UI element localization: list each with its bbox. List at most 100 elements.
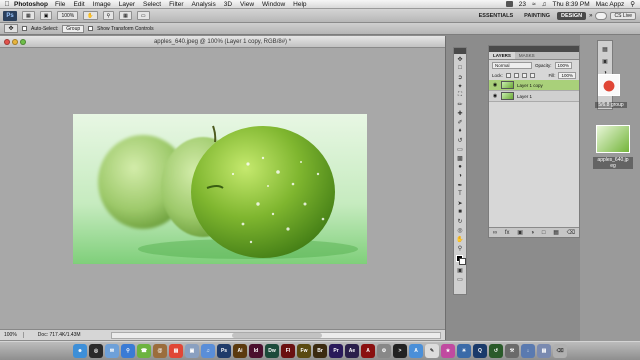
horizontal-scrollbar[interactable] (111, 331, 441, 339)
dashboard-dock-icon[interactable]: ◎ (89, 344, 103, 358)
mail-dock-icon[interactable]: ✉ (105, 344, 119, 358)
link-layers-icon[interactable]: ∞ (493, 230, 497, 236)
status-icon[interactable] (505, 1, 513, 7)
menu-filter[interactable]: Filter (169, 1, 183, 8)
zoom-tool-icon[interactable]: ⚲ (454, 244, 466, 252)
menu-file[interactable]: File (55, 1, 65, 8)
menu-select[interactable]: Select (143, 1, 161, 8)
visibility-eye-icon[interactable]: ◉ (492, 93, 498, 99)
move-tool-icon[interactable]: ✥ (454, 55, 466, 63)
layer-style-icon[interactable]: fx (505, 230, 510, 236)
desktop-file-thumbnail-top[interactable] (598, 74, 620, 96)
menu-image[interactable]: Image (93, 1, 111, 8)
safari-dock-icon[interactable]: ⚲ (121, 344, 135, 358)
photos-dock-icon[interactable]: ☀ (457, 344, 471, 358)
blur-tool-icon[interactable]: ● (454, 163, 466, 171)
auto-select-dropdown[interactable]: Group (62, 24, 85, 33)
finder-dock-icon[interactable]: ☻ (73, 344, 87, 358)
system-preferences-dock-icon[interactable]: ⚙ (377, 344, 391, 358)
time-machine-dock-icon[interactable]: ↺ (489, 344, 503, 358)
mini-bridge-button[interactable]: ▣ (39, 11, 53, 20)
dodge-tool-icon[interactable]: ◑ (454, 172, 466, 180)
background-color-swatch[interactable] (459, 258, 466, 265)
menu-view[interactable]: View (240, 1, 254, 8)
move-tool-icon[interactable]: ✥ (4, 24, 18, 33)
workspace-more-icon[interactable]: » (589, 13, 592, 19)
fireworks-dock-icon[interactable]: Fw (297, 344, 311, 358)
dreamweaver-dock-icon[interactable]: Dw (265, 344, 279, 358)
search-field[interactable] (595, 11, 608, 20)
lock-transparent-icon[interactable] (505, 72, 511, 78)
menu-3d[interactable]: 3D (224, 1, 232, 8)
blend-mode-dropdown[interactable]: Normal (492, 61, 532, 69)
ical-dock-icon[interactable]: ▤ (169, 344, 183, 358)
app-store-dock-icon[interactable]: A (409, 344, 423, 358)
color-panel-icon[interactable]: ▦ (600, 45, 610, 53)
desktop-file-label-top[interactable]: 5/6.8 group (595, 102, 627, 108)
photoshop-dock-icon[interactable]: Ps (217, 344, 231, 358)
indesign-dock-icon[interactable]: Id (249, 344, 263, 358)
swatches-panel-icon[interactable]: ▣ (600, 57, 610, 65)
addressbook-dock-icon[interactable]: @ (153, 344, 167, 358)
status-doc-size[interactable]: Doc: 717.4K/1.43M (38, 332, 81, 338)
itunes-dock-icon[interactable]: ♫ (201, 344, 215, 358)
eyedropper-tool-icon[interactable]: ✏ (454, 100, 466, 108)
screen-mode-button[interactable]: ▭ (136, 11, 150, 20)
hand-tool-icon[interactable]: ✋ (83, 11, 98, 20)
path-selection-tool-icon[interactable]: ➤ (454, 199, 466, 207)
quicktime-dock-icon[interactable]: Q (473, 344, 487, 358)
menu-analysis[interactable]: Analysis (192, 1, 216, 8)
zoom-dropdown[interactable]: 100% (57, 11, 79, 20)
clock[interactable]: Thu 8:39 PM (552, 1, 589, 8)
trash-dock-icon[interactable]: ⌫ (553, 344, 567, 358)
illustrator-dock-icon[interactable]: Ai (233, 344, 247, 358)
opacity-field[interactable]: 100% (554, 61, 573, 69)
desktop-file-label[interactable]: apples_640.jp eg (593, 157, 633, 169)
preview-dock-icon[interactable]: ▣ (185, 344, 199, 358)
pen-tool-icon[interactable]: ✒ (454, 181, 466, 189)
show-transform-checkbox[interactable] (88, 26, 94, 31)
menu-help[interactable]: Help (293, 1, 306, 8)
acrobat-dock-icon[interactable]: A (361, 344, 375, 358)
wifi-icon[interactable]: ≈ (532, 1, 536, 8)
layer-row-layer-1[interactable]: ◉ Layer 1 (489, 91, 579, 102)
lock-position-icon[interactable] (521, 72, 527, 78)
canvas-area[interactable] (0, 48, 445, 329)
hand-tool-icon[interactable]: ✋ (454, 235, 466, 243)
spotlight-icon[interactable]: ⚲ (630, 0, 635, 8)
layer-row-layer-1-copy[interactable]: ◉ Layer 1 copy (489, 80, 579, 91)
image-canvas[interactable] (73, 114, 367, 264)
user-name[interactable]: Mac Appz (596, 1, 625, 8)
lock-pixels-icon[interactable] (513, 72, 519, 78)
downloads-dock-icon[interactable]: ↓ (521, 344, 535, 358)
clone-stamp-tool-icon[interactable]: ♦ (454, 127, 466, 135)
history-brush-tool-icon[interactable]: ↺ (454, 136, 466, 144)
marquee-tool-icon[interactable]: □ (454, 64, 466, 72)
utility-dock-icon[interactable]: ⚒ (505, 344, 519, 358)
terminal-dock-icon[interactable]: > (393, 344, 407, 358)
menu-layer[interactable]: Layer (119, 1, 135, 8)
new-group-icon[interactable]: □ (542, 230, 546, 236)
apple-icon[interactable]:  (0, 1, 14, 8)
flash-dock-icon[interactable]: Fl (281, 344, 295, 358)
fill-field[interactable]: 100% (558, 71, 576, 79)
battery-level[interactable]: 23 (519, 1, 526, 8)
add-mask-icon[interactable]: ▣ (517, 229, 523, 236)
ichat-dock-icon[interactable]: ☎ (137, 344, 151, 358)
cs-live-button[interactable]: CS Live (610, 11, 636, 20)
3d-orbit-tool-icon[interactable]: ◎ (454, 226, 466, 234)
lasso-tool-icon[interactable]: ➲ (454, 73, 466, 81)
auto-select-checkbox[interactable] (22, 26, 27, 31)
status-zoom[interactable]: 100% (4, 332, 24, 338)
bridge-button[interactable]: ▦ (22, 11, 35, 20)
workspace-design[interactable]: DESIGN (557, 11, 587, 20)
premiere-dock-icon[interactable]: Pr (329, 344, 343, 358)
screen-mode-icon[interactable]: ▭ (454, 275, 466, 283)
menu-window[interactable]: Window (262, 1, 285, 8)
brush-tool-icon[interactable]: ✐ (454, 118, 466, 126)
lock-all-icon[interactable] (529, 72, 535, 78)
after-effects-dock-icon[interactable]: Ae (345, 344, 359, 358)
gradient-tool-icon[interactable]: ▩ (454, 154, 466, 162)
bridge-dock-icon[interactable]: Br (313, 344, 327, 358)
visibility-eye-icon[interactable]: ◉ (492, 82, 498, 88)
